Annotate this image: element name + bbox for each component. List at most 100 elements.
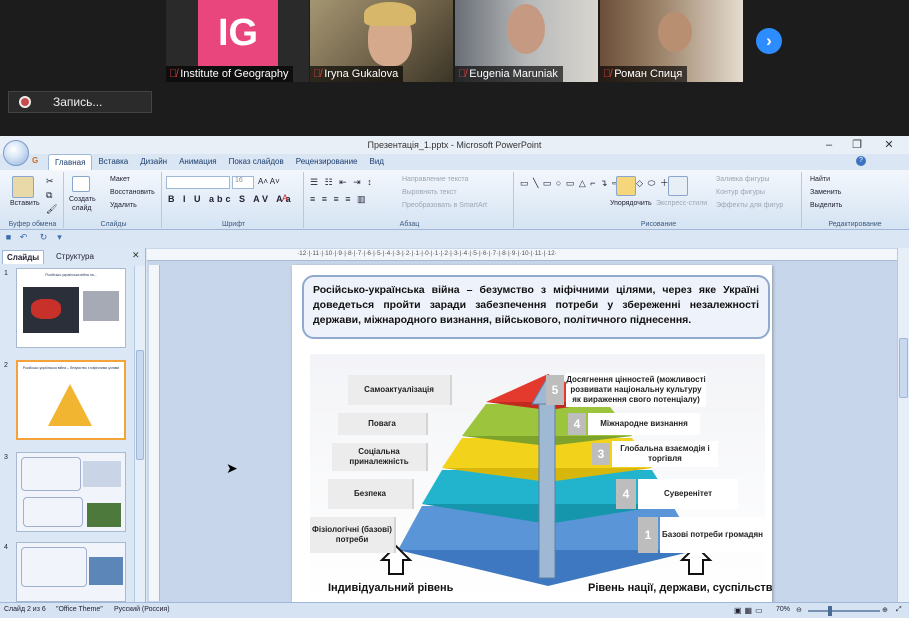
minimize-icon[interactable]: – [818, 136, 840, 154]
font-color-icon[interactable]: A [282, 193, 288, 203]
customize-toolbar-icon[interactable]: ▾ [54, 232, 65, 243]
drawing-group: ▭ ╲ ▭ ○ ▭ △ ⌐ ↴ ⇨ ⇩ ◇ ⬭ ＋ ☆ Упорядочить … [516, 172, 802, 228]
tab-slideshow[interactable]: Показ слайдов [223, 154, 290, 170]
left-level-2: Безпека [328, 479, 414, 509]
layout-button[interactable]: Макет [110, 176, 130, 183]
tab-slides[interactable]: Слайды [2, 250, 45, 264]
national-level-label: Рівень нації, держави, суспільства [588, 582, 772, 594]
quick-access-toolbar: ■ ↶ ↻ ▾ [0, 231, 909, 245]
find-button[interactable]: Найти [810, 176, 830, 183]
window-title: Презентація_1.pptx - Microsoft PowerPoin… [367, 140, 542, 150]
editing-group: Найти Заменить Выделить Редактирование [804, 172, 906, 228]
tab-design[interactable]: Дизайн [134, 154, 173, 170]
recording-indicator[interactable]: Запись... [8, 91, 152, 113]
individual-level-label: Індивідуальний рівень [328, 582, 454, 594]
cut-icon[interactable]: ✂ [46, 176, 54, 187]
text-direction-button[interactable]: Направление текста [402, 176, 468, 183]
quick-styles-icon[interactable] [668, 176, 688, 196]
reset-button[interactable]: Восстановить [110, 189, 155, 196]
new-slide-icon[interactable] [72, 176, 90, 192]
zoom-slider[interactable] [808, 610, 880, 612]
pyramid-diagram[interactable]: Самоактуалізація Повага Соціальна принал… [310, 354, 772, 602]
redo-icon[interactable]: ↻ [38, 232, 49, 243]
thumb-image [83, 291, 119, 321]
font-size-field[interactable]: 16 [232, 176, 254, 189]
group-label: Абзац [399, 221, 420, 228]
zoom-level[interactable]: 70% [776, 606, 790, 613]
ribbon-tabs: Главная Вставка Дизайн Анимация Показ сл… [48, 154, 390, 170]
copy-icon[interactable]: ⧉ [46, 190, 52, 201]
panel-tabs: Слайды Структура ✕ [0, 248, 146, 264]
thumb-image-map [31, 299, 61, 319]
delete-slide-button[interactable]: Удалить [110, 202, 137, 209]
thumb-number: 3 [4, 454, 8, 461]
slide-heading[interactable]: Російсько-українська війна – безумство з… [302, 275, 770, 339]
zoom-in-icon[interactable]: ⊕ [882, 606, 888, 614]
align-icons[interactable]: ≡ ≡ ≡ ≡ ▥ [310, 194, 368, 205]
scrollbar-thumb[interactable] [136, 350, 144, 460]
zoom-out-icon[interactable]: ⊖ [796, 606, 802, 614]
thumb-number: 4 [4, 544, 8, 551]
shape-outline-button[interactable]: Контур фигуры [716, 189, 765, 196]
help-icon[interactable]: ? [856, 156, 866, 166]
undo-icon[interactable]: ↶ [18, 232, 29, 243]
language[interactable]: Русский (Россия) [114, 606, 170, 613]
tab-animation[interactable]: Анимация [173, 154, 223, 170]
paragraph-group: ☰ ☷ ⇤ ⇥ ↕ ≡ ≡ ≡ ≡ ▥ Направление текста В… [306, 172, 514, 228]
replace-button[interactable]: Заменить [810, 189, 841, 196]
tab-outline[interactable]: Структура [52, 250, 98, 264]
font-name-field[interactable] [166, 176, 230, 189]
view-buttons[interactable]: ▣▦▭ [734, 606, 766, 615]
select-button[interactable]: Выделить [810, 202, 842, 209]
close-icon[interactable]: ✕ [878, 136, 900, 154]
slide-thumbnail[interactable] [16, 542, 126, 602]
smartart-button[interactable]: Преобразовать в SmartArt [402, 202, 487, 209]
scrollbar-thumb[interactable] [899, 338, 908, 398]
tab-insert[interactable]: Вставка [92, 154, 134, 170]
slide-thumbnail[interactable] [16, 452, 126, 532]
tab-review[interactable]: Рецензирование [290, 154, 364, 170]
participant-tile[interactable]: 🎙̸ Iryna Gukalova [310, 0, 453, 82]
participant-tile[interactable]: 🎙̸ Eugenia Maruniak [455, 0, 598, 82]
participant-name: Eugenia Maruniak [469, 68, 558, 80]
grow-font-icon[interactable]: A˄ A˅ [258, 177, 280, 186]
list-icons[interactable]: ☰ ☷ ⇤ ⇥ ↕ [310, 177, 374, 188]
arrange-button[interactable]: Упорядочить [610, 200, 652, 207]
tab-view[interactable]: Вид [364, 154, 390, 170]
arrange-icon[interactable] [616, 176, 636, 196]
participant-tile[interactable]: IG 🎙̸ Institute of Geography [166, 0, 309, 82]
right-level-3-num: 3 [592, 443, 610, 465]
office-button[interactable] [3, 140, 29, 166]
fit-window-icon[interactable]: ⤢ [896, 606, 902, 614]
slide-thumbnail-selected[interactable]: Російсько-українська війна – безумство з… [16, 360, 126, 440]
next-page-arrow-icon[interactable]: › [756, 28, 782, 54]
close-panel-icon[interactable]: ✕ [132, 250, 140, 261]
new-slide-button[interactable]: Создать [69, 196, 96, 203]
tab-home[interactable]: Главная [48, 154, 93, 170]
text-format-icons[interactable]: B I U abc S AV Aa [168, 194, 294, 204]
paste-icon[interactable] [12, 176, 34, 198]
new-slide-button-line2[interactable]: слайд [72, 205, 91, 212]
right-level-4-num: 4 [568, 413, 586, 435]
thumb-textbox [23, 497, 83, 527]
slide-counter: Слайд 2 из 6 [4, 606, 46, 613]
zoom-slider-thumb[interactable] [828, 606, 832, 616]
format-painter-icon[interactable]: 🖌 [46, 204, 57, 215]
shape-fill-button[interactable]: Заливка фигуры [716, 176, 769, 183]
paste-button[interactable]: Вставить [10, 200, 40, 207]
participant-name: Роман Спиця [614, 68, 683, 80]
editor-scrollbar[interactable] [897, 248, 909, 602]
quick-styles-button[interactable]: Экспресс-стили [656, 200, 707, 207]
maximize-icon[interactable]: ❐ [846, 136, 868, 154]
align-text-button[interactable]: Выровнять текст [402, 189, 457, 196]
right-level-2: Суверенітет [638, 479, 738, 509]
slide-thumbnail[interactable]: Російсько-українська війна на... [16, 268, 126, 348]
slide-canvas[interactable]: Російсько-українська війна – безумство з… [292, 265, 772, 602]
shape-effects-button[interactable]: Эффекты для фигур [716, 202, 783, 209]
shapes-gallery[interactable]: ▭ ╲ ▭ ○ ▭ △ ⌐ ↴ ⇨ ⇩ ◇ ⬭ ＋ ☆ [520, 176, 682, 189]
thumb-textbox [21, 457, 81, 491]
status-bar: Слайд 2 из 6 "Office Theme" Русский (Рос… [0, 602, 909, 618]
participant-tile[interactable]: 🎙̸ Роман Спиця [600, 0, 743, 82]
panel-scrollbar[interactable] [134, 266, 145, 602]
save-icon[interactable]: ■ [3, 232, 14, 243]
